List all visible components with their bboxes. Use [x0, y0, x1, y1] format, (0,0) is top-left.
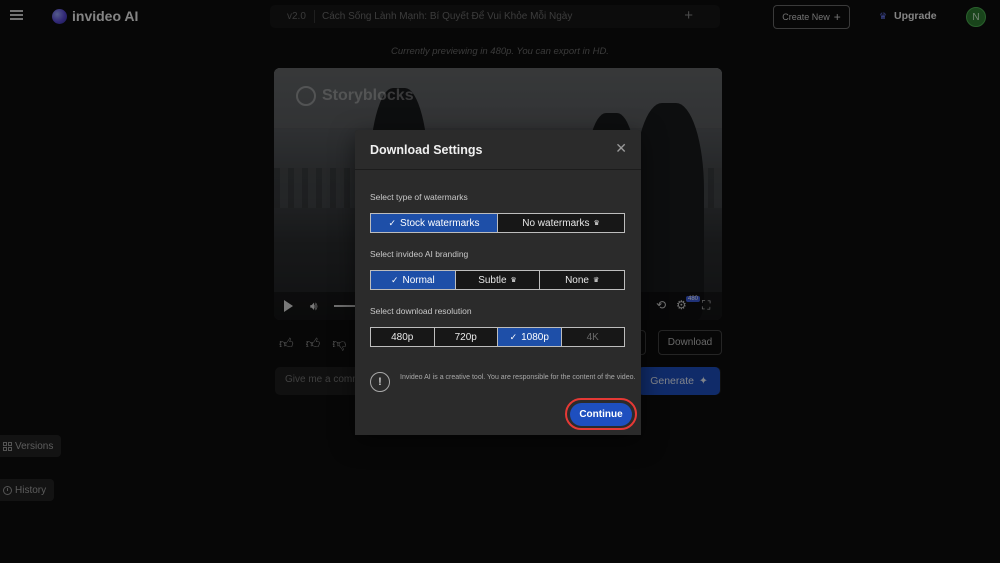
option-4k[interactable]: 4K [561, 328, 624, 346]
option-subtle[interactable]: Subtle ♛ [455, 271, 541, 289]
modal-header: Download Settings ✕ [355, 130, 641, 170]
option-label: No watermarks [522, 217, 590, 229]
info-icon: ! [370, 372, 390, 392]
resolution-options: 480p 720p ✓ 1080p 4K [370, 327, 625, 347]
option-label: 720p [454, 331, 477, 343]
option-label: 4K [586, 331, 599, 343]
check-icon: ✓ [390, 274, 399, 285]
option-label: 480p [391, 331, 414, 343]
option-label: Normal [402, 274, 435, 286]
option-stock-watermarks[interactable]: ✓ Stock watermarks [371, 214, 498, 232]
watermark-section-label: Select type of watermarks [370, 192, 468, 202]
check-icon: ✓ [388, 217, 397, 228]
check-icon: ✓ [509, 331, 518, 342]
option-label: 1080p [521, 331, 549, 343]
close-icon[interactable]: ✕ [615, 141, 627, 155]
resolution-section-label: Select download resolution [370, 306, 472, 316]
watermark-options: ✓ Stock watermarks No watermarks ♛ [370, 213, 625, 233]
download-settings-modal: Download Settings ✕ Select type of water… [355, 130, 641, 435]
branding-section-label: Select invideo AI branding [370, 249, 469, 259]
crown-icon: ♛ [592, 277, 600, 284]
option-480p[interactable]: 480p [371, 328, 435, 346]
option-normal[interactable]: ✓ Normal [371, 271, 456, 289]
option-none[interactable]: None ♛ [540, 271, 625, 289]
crown-icon: ♛ [510, 277, 517, 284]
option-label: Stock watermarks [400, 217, 480, 229]
option-no-watermarks[interactable]: No watermarks ♛ [498, 214, 624, 232]
option-720p[interactable]: 720p [434, 328, 498, 346]
modal-title: Download Settings [370, 143, 483, 157]
continue-highlight: Continue [565, 398, 637, 430]
option-1080p[interactable]: ✓ 1080p [498, 328, 562, 346]
continue-button[interactable]: Continue [570, 402, 632, 426]
crown-icon: ♛ [593, 220, 600, 227]
branding-options: ✓ Normal Subtle ♛ None ♛ [370, 270, 625, 290]
option-label: None [565, 274, 589, 286]
modal-body: Select type of watermarks ✓ Stock waterm… [355, 170, 641, 435]
disclaimer-text: Invideo AI is a creative tool. You are r… [400, 374, 636, 381]
option-label: Subtle [478, 274, 507, 286]
